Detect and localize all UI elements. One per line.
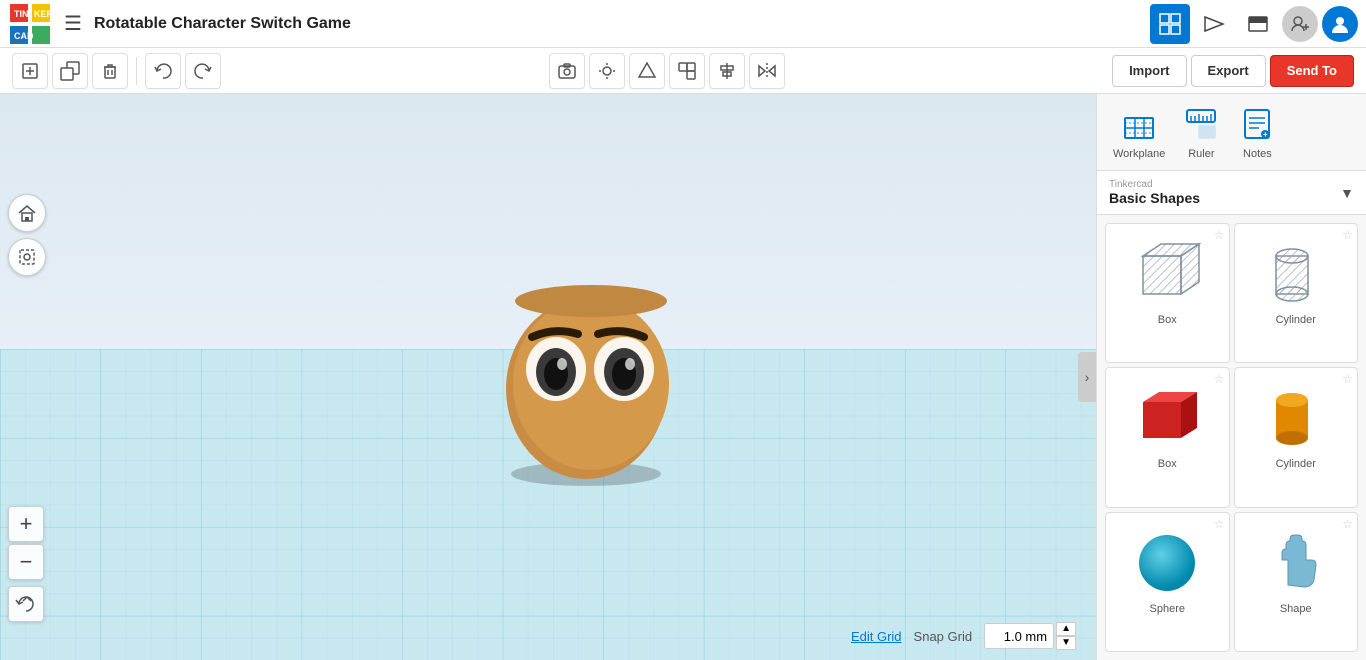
shape-item-cylinder-gray[interactable]: ☆ Cylinder [1234,223,1359,363]
send-to-button[interactable]: Send To [1270,55,1354,87]
zoom-in-icon: + [20,511,33,537]
svg-text:KER: KER [34,9,50,19]
edit-grid-label[interactable]: Edit Grid [851,629,902,644]
snap-grid-label: Snap Grid [914,629,973,644]
camera-view-button[interactable] [549,53,585,89]
shape-library-info: Tinkercad Basic Shapes [1109,179,1200,206]
canvas-area[interactable]: TOP FRONT [0,94,1096,660]
hand-blue-icon [1256,521,1336,601]
svg-text:+: + [1263,130,1268,139]
toolbar-separator-1 [136,57,137,85]
mirror-button[interactable] [749,53,785,89]
snap-grid-input[interactable] [984,623,1054,649]
star-box-red[interactable]: ☆ [1214,372,1225,386]
ruler-label: Ruler [1188,148,1214,160]
snap-spinner: ▲ ▼ [1056,622,1076,650]
copy-button[interactable] [52,53,88,89]
notes-icon: + [1237,104,1277,144]
svg-text:TIN: TIN [14,9,29,19]
svg-text:CAD: CAD [14,31,34,41]
shape-library-dropdown[interactable]: Tinkercad Basic Shapes ▼ [1097,171,1366,215]
star-box-gray[interactable]: ☆ [1214,228,1225,242]
box-red-icon [1127,376,1207,456]
shape-grid: ☆ Box ☆ [1097,215,1366,660]
toolbar-center-icons [549,53,785,89]
dropdown-arrow-icon: ▼ [1340,185,1354,201]
shape-item-cylinder-orange[interactable]: ☆ Cylinder [1234,367,1359,507]
new-shape-button[interactable] [12,53,48,89]
sphere-teal-label: Sphere [1150,603,1185,615]
hand-blue-label: Shape [1280,603,1312,615]
export-button[interactable]: Export [1191,55,1266,87]
add-collaborator-button[interactable] [1282,6,1318,42]
topbar-right [1150,4,1358,44]
shape-item-box-gray[interactable]: ☆ Box [1105,223,1230,363]
delete-button[interactable] [92,53,128,89]
right-panel: Workplane Ruler + Notes Tinkercad Basic … [1096,94,1366,660]
zoom-out-icon: − [20,549,33,575]
shape-tool-button[interactable] [629,53,665,89]
group-button[interactable] [669,53,705,89]
notes-label: Notes [1243,148,1272,160]
cylinder-orange-icon [1256,376,1336,456]
shape-item-sphere-teal[interactable]: ☆ Sphere [1105,512,1230,652]
rotate-view-button[interactable] [8,586,44,622]
ruler-tool[interactable]: Ruler [1181,104,1221,160]
workplane-label: Workplane [1113,148,1165,160]
user-avatar-button[interactable] [1322,6,1358,42]
library-provider-label: Tinkercad [1109,179,1200,190]
star-cylinder-gray[interactable]: ☆ [1342,228,1353,242]
shape-item-box-red[interactable]: ☆ Box [1105,367,1230,507]
light-button[interactable] [589,53,625,89]
ruler-icon [1181,104,1221,144]
zoom-in-button[interactable]: + [8,506,44,542]
chevron-icon: › [1085,369,1090,385]
project-title: Rotatable Character Switch Game [94,15,1142,33]
undo-button[interactable] [145,53,181,89]
snap-down-button[interactable]: ▼ [1056,636,1076,650]
panel-tools: Workplane Ruler + Notes [1097,94,1366,171]
menu-icon[interactable]: ☰ [60,7,86,40]
zoom-controls: + − [8,506,44,580]
main-area: TOP FRONT [0,94,1366,660]
import-button[interactable]: Import [1112,55,1186,87]
shape-item-hand-blue[interactable]: ☆ Shape [1234,512,1359,652]
library-name-label: Basic Shapes [1109,190,1200,206]
toolbar: Import Export Send To [0,48,1366,94]
sphere-teal-icon [1127,521,1207,601]
bottom-bar: Edit Grid Snap Grid ▲ ▼ [851,622,1076,650]
star-cylinder-orange[interactable]: ☆ [1342,372,1353,386]
redo-button[interactable] [185,53,221,89]
box-gray-icon [1127,232,1207,312]
box-red-label: Box [1158,458,1177,470]
star-hand-blue[interactable]: ☆ [1342,517,1353,531]
learn-button[interactable] [1194,4,1234,44]
align-button[interactable] [709,53,745,89]
snap-input-group: ▲ ▼ [984,622,1076,650]
topbar: TIN KER CAD ☰ Rotatable Character Switch… [0,0,1366,48]
gallery-button[interactable] [1238,4,1278,44]
viewport-controls [8,194,46,276]
star-sphere-teal[interactable]: ☆ [1214,517,1225,531]
grid-view-button[interactable] [1150,4,1190,44]
cylinder-gray-label: Cylinder [1276,314,1316,326]
cylinder-orange-label: Cylinder [1276,458,1316,470]
fit-view-button[interactable] [8,238,46,276]
tinkercad-logo: TIN KER CAD [8,2,52,46]
workplane-tool[interactable]: Workplane [1113,104,1165,160]
panel-collapse-handle[interactable]: › [1078,352,1096,402]
workplane-icon [1119,104,1159,144]
snap-up-button[interactable]: ▲ [1056,622,1076,636]
zoom-out-button[interactable]: − [8,544,44,580]
home-view-button[interactable] [8,194,46,232]
notes-tool[interactable]: + Notes [1237,104,1277,160]
box-gray-label: Box [1158,314,1177,326]
character-3d [476,269,716,509]
cylinder-gray-icon [1256,232,1336,312]
